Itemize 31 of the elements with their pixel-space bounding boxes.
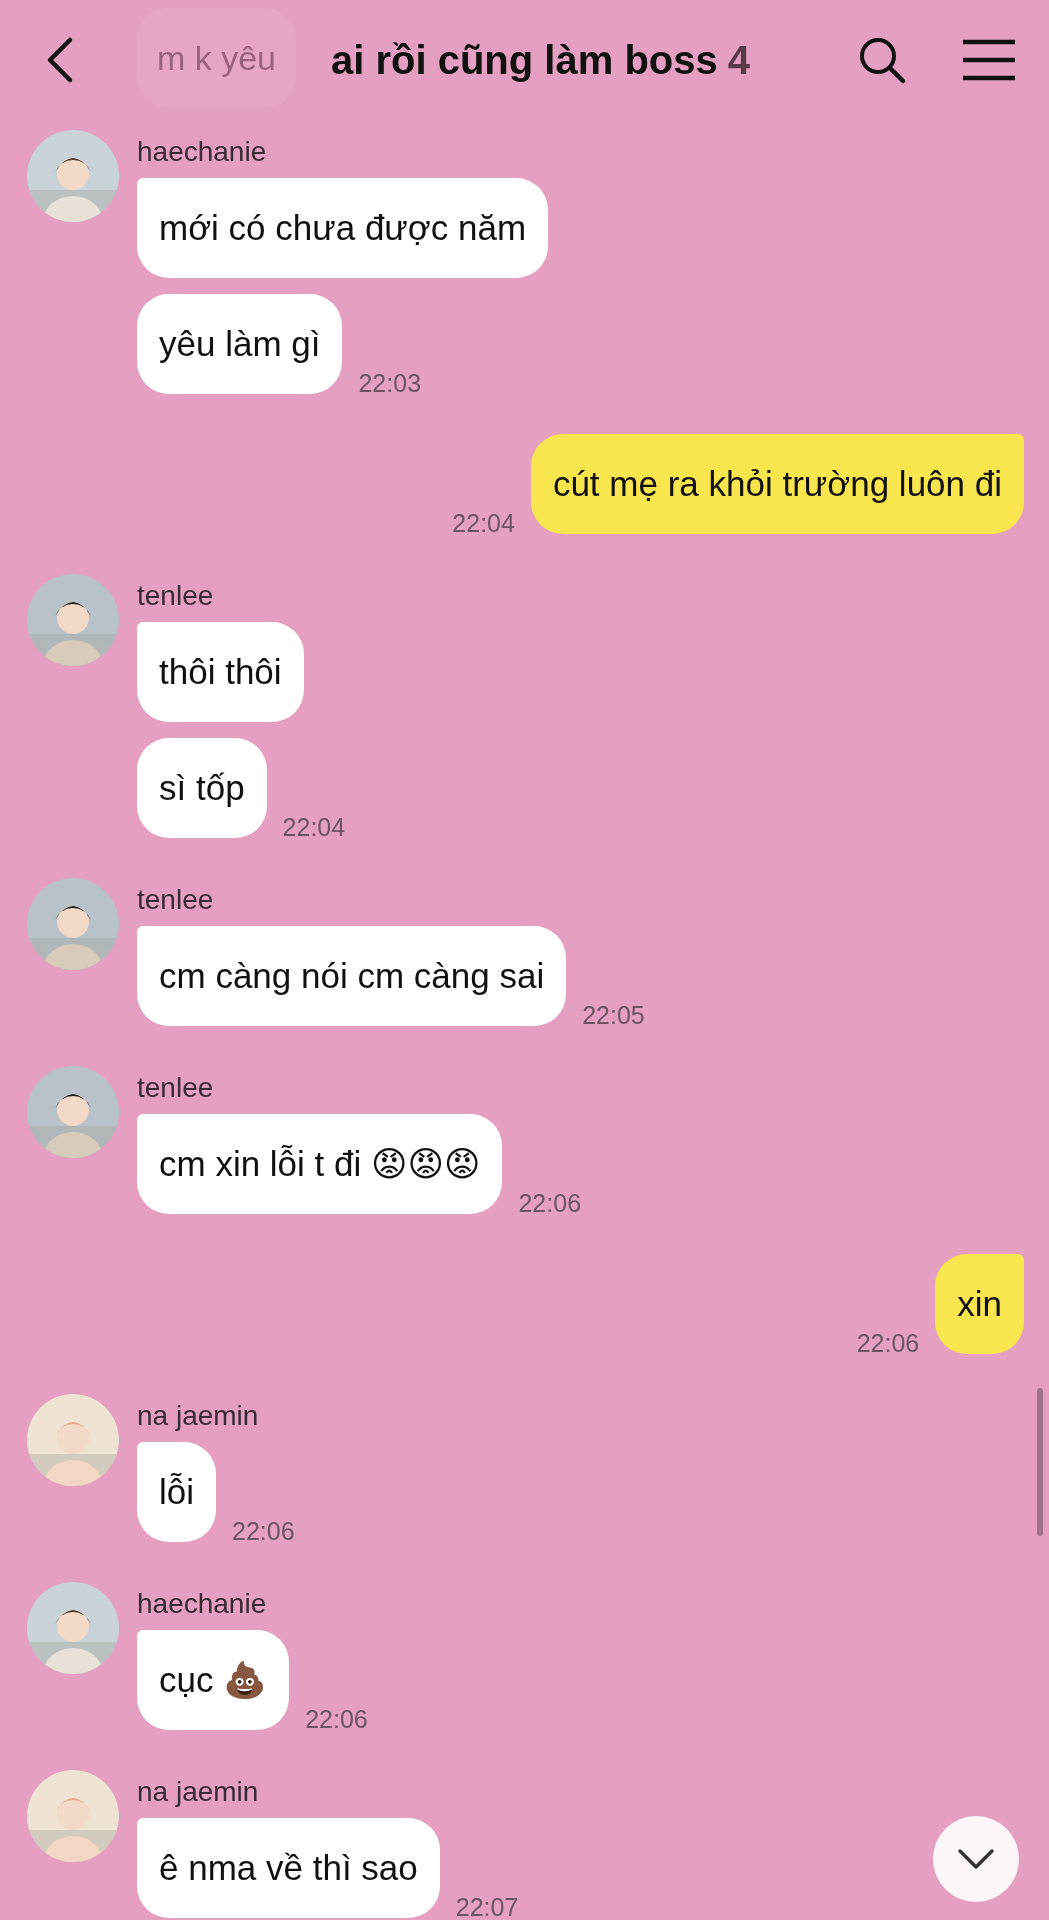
sender-name: tenlee xyxy=(137,884,214,916)
message-time: 22:05 xyxy=(582,1001,645,1030)
message-bubble: xin xyxy=(935,1254,1024,1354)
sender-name: na jaemin xyxy=(137,1776,259,1808)
message-time: 22:03 xyxy=(358,369,422,398)
message-time: 22:06 xyxy=(232,1517,295,1546)
chevron-down-icon xyxy=(957,1848,995,1870)
message-bubble: ê nma về thì sao xyxy=(137,1818,440,1918)
message-bubble: yêu làm gì xyxy=(137,294,343,394)
message-time: 22:06 xyxy=(856,1329,920,1358)
sender-name: tenlee xyxy=(137,580,214,612)
sender-name: na jaemin xyxy=(137,1400,259,1432)
message-time: 22:04 xyxy=(282,813,346,842)
message-bubble: lỗi xyxy=(137,1442,217,1542)
scrollbar-thumb[interactable] xyxy=(1037,1388,1043,1536)
member-count: 4 xyxy=(727,37,750,83)
message-time: 22:07 xyxy=(455,1893,519,1920)
sender-name: haechanie xyxy=(137,136,267,168)
message-bubble: sì tốp xyxy=(137,738,267,838)
sender-name: haechanie xyxy=(137,1588,267,1620)
sender-name: tenlee xyxy=(137,1072,214,1104)
message-bubble: cục 💩 xyxy=(137,1630,290,1730)
message-bubble: cút mẹ ra khỏi trường luôn đi xyxy=(530,434,1024,534)
chat-title: ai rồi cũng làm boss xyxy=(331,37,718,83)
message-bubble: thôi thôi xyxy=(137,622,304,722)
message-bubble: cm càng nói cm càng sai xyxy=(137,926,567,1026)
message-time: 22:06 xyxy=(518,1189,582,1218)
message-bubble: cm xin lỗi t đi 😡😡😡 xyxy=(137,1114,503,1214)
message-time: 22:04 xyxy=(452,509,515,538)
message-bubble: mới có chưa được năm xyxy=(137,178,549,278)
message-time: 22:06 xyxy=(305,1705,368,1734)
